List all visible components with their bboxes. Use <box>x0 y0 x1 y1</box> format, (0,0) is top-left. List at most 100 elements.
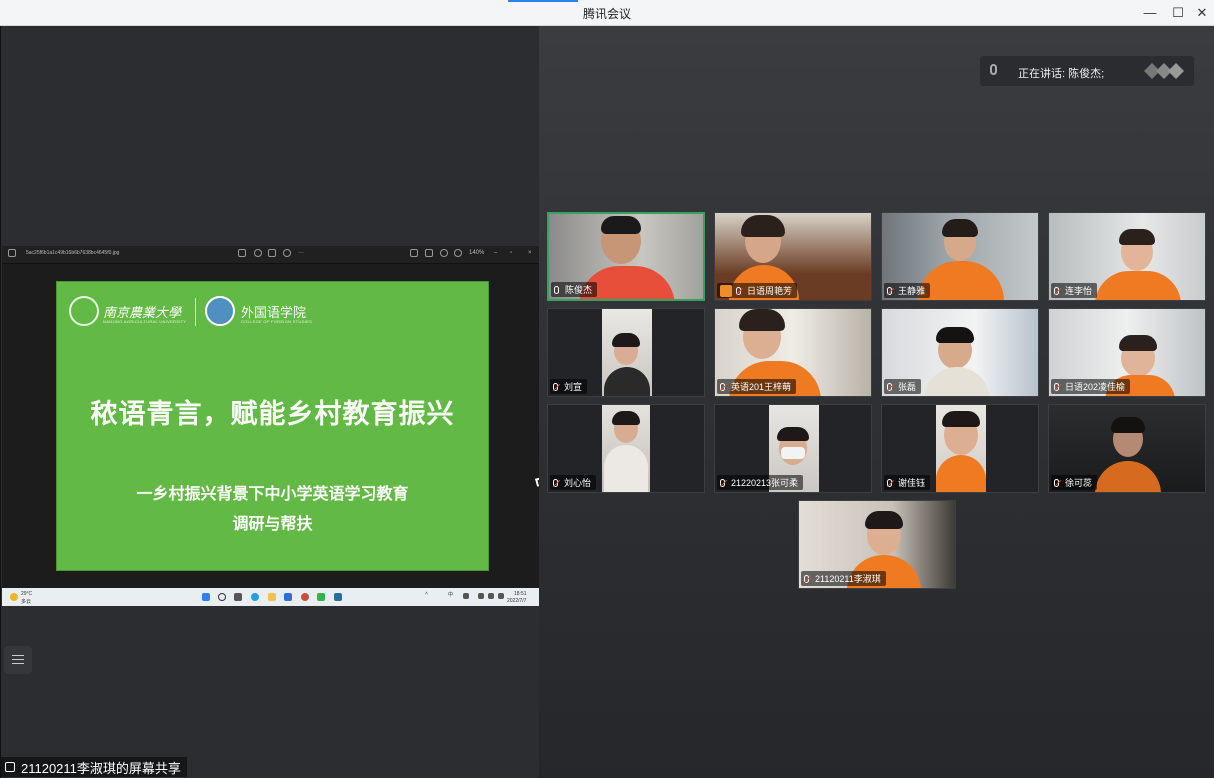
participant-tile[interactable]: 21120211李淑琪 <box>798 500 956 589</box>
participant-tile[interactable]: 谢佳钰 <box>881 404 1039 493</box>
muted-microphone-icon <box>553 382 558 391</box>
participant-tile[interactable]: 陈俊杰 <box>547 212 705 301</box>
slide-title: 秾语青言，赋能乡村教育振兴 <box>90 399 455 430</box>
shared-screen: 5ac25f6b1a1c49b16b6b7638bc4645f0.jpg ···… <box>2 246 540 606</box>
tray-date: 2022/7/7 <box>507 598 527 604</box>
muted-microphone-icon <box>720 382 725 391</box>
participant-tile[interactable]: 连李怡 <box>1048 212 1206 301</box>
edge-icon <box>251 593 259 601</box>
muted-microphone-icon <box>887 382 892 391</box>
tray-time: 18:51 <box>514 591 527 597</box>
wechat-icon <box>317 593 325 601</box>
crop-icon <box>410 249 418 257</box>
participant-tile[interactable]: 徐可蕊 <box>1048 404 1206 493</box>
tray-input-icon <box>463 593 469 599</box>
app-icon <box>8 249 16 257</box>
edit-icon <box>238 249 246 257</box>
task-view-icon <box>234 593 242 601</box>
microphone-icon <box>554 285 559 294</box>
battery-icon <box>498 593 504 599</box>
participant-tile[interactable]: 张磊 <box>881 308 1039 397</box>
screen-share-icon <box>5 762 15 772</box>
delete-icon <box>268 249 276 257</box>
university-name-en: NANJING AGRICULTURAL UNIVERSITY <box>103 319 187 324</box>
tray-up-icon: ˄ <box>425 591 428 597</box>
title-bar: 腾讯会议 — ☐ ✕ <box>0 0 1214 26</box>
avatar-icon <box>720 284 732 297</box>
participant-gallery: 正在讲话: 陈俊杰; 陈俊杰 日语周艳芳 王静雅 连李怡 刘宣 英语201王梓萌… <box>539 26 1214 778</box>
fit-icon <box>425 249 433 257</box>
screen-share-text: 21120211李淑琪的屏幕共享 <box>21 760 181 776</box>
muted-microphone-icon <box>720 478 725 487</box>
participant-label: 连李怡 <box>1051 283 1098 298</box>
start-icon <box>202 593 210 601</box>
muted-microphone-icon <box>1054 382 1059 391</box>
tray-lang: 中 <box>448 592 454 598</box>
close-button[interactable]: ✕ <box>1186 0 1214 26</box>
muted-microphone-icon <box>736 286 741 295</box>
slide-subtitle-1: 一乡村振兴背景下中小学英语学习教育 <box>136 486 409 503</box>
participant-label: 谢佳钰 <box>884 475 931 490</box>
weather-desc: 多云 <box>21 599 32 605</box>
folder-icon <box>268 593 276 601</box>
muted-microphone-icon <box>887 478 892 487</box>
viewer-close-icon: × <box>528 250 532 256</box>
slide-subtitle-2: 调研与帮扶 <box>232 516 313 533</box>
windows-taskbar: 29°C 多云 ˄ 中 18:51 2022/7/7 <box>2 588 540 606</box>
logo-divider <box>195 298 196 326</box>
participant-label: 张磊 <box>884 379 922 394</box>
college-name-en: COLLEGE OF FOREIGN STUDIES <box>241 319 313 324</box>
speaking-text: 正在讲话: 陈俊杰; <box>1018 68 1105 80</box>
participant-tile[interactable]: 刘心怡 <box>547 404 705 493</box>
volume-icon <box>488 593 494 599</box>
participant-label: 英语201王梓萌 <box>717 379 797 394</box>
participant-label: 21220213张可柔 <box>717 475 804 490</box>
heart-icon <box>283 249 291 257</box>
rotate-icon <box>254 249 262 257</box>
participant-label: 21120211李淑琪 <box>801 571 886 586</box>
speaking-indicator: 正在讲话: 陈俊杰; <box>980 56 1194 86</box>
viewer-filename: 5ac25f6b1a1c49b16b6b7638bc4645f0.jpg <box>26 250 120 256</box>
participant-label: 刘心怡 <box>550 475 597 490</box>
title-accent <box>508 0 578 2</box>
muted-microphone-icon <box>804 574 809 583</box>
zoom-out-icon <box>440 249 448 257</box>
muted-microphone-icon <box>1054 286 1059 295</box>
college-logo-icon <box>205 296 235 326</box>
muted-microphone-icon <box>1054 478 1059 487</box>
participant-label: 王静雅 <box>884 283 931 298</box>
window-title: 腾讯会议 <box>582 7 631 21</box>
chrome-icon <box>301 593 309 601</box>
participant-label: 日语周艳芳 <box>717 283 798 298</box>
viewer-minimize-icon: – <box>494 250 498 256</box>
zoom-level: 140% <box>469 250 485 256</box>
participant-tile[interactable]: 英语201王梓萌 <box>714 308 872 397</box>
presentation-slide: 南京農業大學 NANJING AGRICULTURAL UNIVERSITY 外… <box>56 281 489 571</box>
image-viewer-toolbar: 5ac25f6b1a1c49b16b6b7638bc4645f0.jpg ···… <box>2 246 540 264</box>
participant-tile[interactable]: 日语周艳芳 <box>714 212 872 301</box>
participant-tile[interactable]: 21220213张可柔 <box>714 404 872 493</box>
muted-microphone-icon <box>553 478 558 487</box>
participant-tile[interactable]: 王静雅 <box>881 212 1039 301</box>
participant-label: 刘宣 <box>550 379 588 394</box>
meeting-app-icon <box>284 593 292 601</box>
viewer-maximize-icon: ▫ <box>510 250 513 256</box>
speaker-avatars-icon <box>1144 63 1184 79</box>
microphone-icon <box>990 64 997 75</box>
more-icon: ··· <box>298 250 304 256</box>
screen-share-label: 21120211李淑琪的屏幕共享 <box>1 757 187 777</box>
weather-icon <box>10 593 18 601</box>
zoom-in-icon <box>454 249 462 257</box>
photos-icon <box>334 593 342 601</box>
participant-tile[interactable]: 日语202凌佳榆 <box>1048 308 1206 397</box>
participant-tile[interactable]: 刘宣 <box>547 308 705 397</box>
participant-label: 日语202凌佳榆 <box>1051 379 1131 394</box>
shared-screen-pane: 5ac25f6b1a1c49b16b6b7638bc4645f0.jpg ···… <box>0 26 540 778</box>
muted-microphone-icon <box>887 286 892 295</box>
wifi-icon <box>478 593 484 599</box>
search-icon <box>218 593 226 601</box>
participant-label: 陈俊杰 <box>551 282 598 297</box>
participant-label: 徐可蕊 <box>1051 475 1098 490</box>
university-seal-icon <box>69 296 99 326</box>
member-list-button[interactable] <box>4 646 32 674</box>
